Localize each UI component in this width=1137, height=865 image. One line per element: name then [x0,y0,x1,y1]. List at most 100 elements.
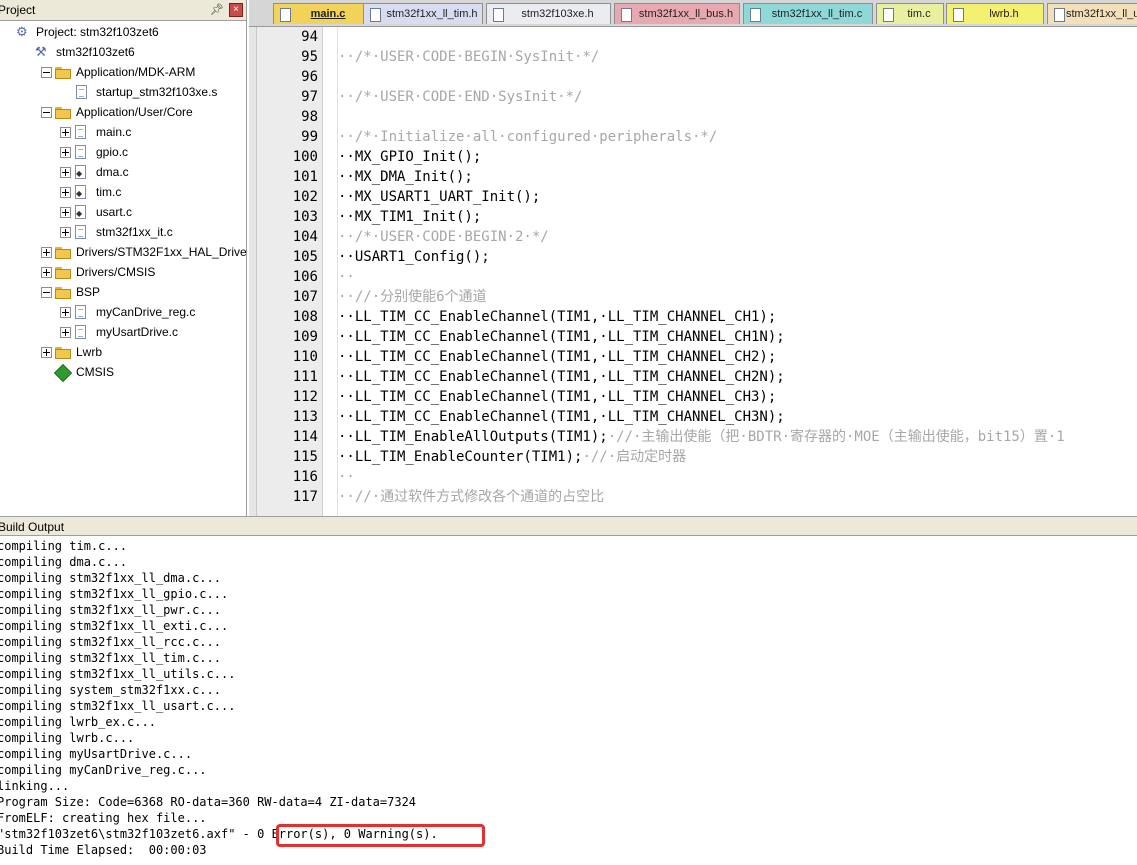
build-log-line: compiling stm32f1xx_ll_utils.c... [0,667,236,681]
tree-item[interactable]: dma.c [0,162,246,182]
line-number: 113 [292,409,318,425]
fold-margin[interactable] [323,27,338,516]
editor-tab[interactable]: stm32f103xe.h [486,3,611,24]
code-line[interactable]: ··/*·USER·CODE·BEGIN·SysInit·*/ [338,47,599,67]
code-line[interactable]: ·· [338,467,355,487]
tree-item[interactable]: myCanDrive_reg.c [0,302,246,322]
code-line[interactable]: ··LL_TIM_CC_EnableChannel(TIM1,·LL_TIM_C… [338,327,785,347]
code-line[interactable]: ··/*·USER·CODE·END·SysInit·*/ [338,87,582,107]
editor-tab[interactable]: stm32f1xx_ll_bus.h [614,3,740,24]
code-line[interactable]: ··LL_TIM_CC_EnableChannel(TIM1,·LL_TIM_C… [338,307,776,327]
tree-item[interactable]: CMSIS [0,362,246,383]
line-number: 96 [301,69,318,85]
collapse-icon[interactable] [41,107,52,118]
editor-tab[interactable]: stm32f1xx_ll_tim.h [363,3,483,24]
code-line[interactable]: ··LL_TIM_CC_EnableChannel(TIM1,·LL_TIM_C… [338,407,785,427]
build-log-line: compiling myUsartDrive.c... [0,747,193,761]
tree-item[interactable]: main.c [0,122,246,142]
expand-icon[interactable] [60,127,71,138]
code-line[interactable]: ··LL_TIM_EnableAllOutputs(TIM1);·//·主输出使… [338,427,1065,447]
collapse-icon[interactable] [41,67,52,78]
tree-item[interactable]: tim.c [0,182,246,202]
code-line[interactable]: ··MX_USART1_UART_Init(); [338,187,540,207]
tree-item[interactable]: Lwrb [0,342,246,362]
tree-item[interactable]: ⚒ stm32f103zet6 [0,42,246,62]
code-line[interactable]: ··MX_TIM1_Init(); [338,207,481,227]
code-line[interactable]: ··MX_GPIO_Init(); [338,147,481,167]
code-line[interactable]: ··/*·Initialize·all·configured·periphera… [338,127,717,147]
code-line[interactable]: ··USART1_Config(); [338,247,490,267]
expand-icon[interactable] [41,247,52,258]
close-panel-button[interactable]: × [229,3,243,17]
tree-item[interactable]: Drivers/STM32F1xx_HAL_Driver [0,242,246,262]
expand-icon[interactable] [41,267,52,278]
editor-tab-label: main.c [310,8,346,20]
line-number: 95 [301,49,318,65]
collapse-icon[interactable] [41,287,52,298]
tree-item-label: BSP [76,285,101,299]
code-text: ··LL_TIM_EnableAllOutputs(TIM1); [338,429,608,445]
breakpoint-gutter[interactable] [249,27,257,516]
build-log-line: compiling tim.c... [0,539,128,553]
expand-icon[interactable] [60,227,71,238]
build-output-panel: Build Output compiling tim.c... compiling… [0,516,1137,865]
code-text: ··/*·USER·CODE·BEGIN·2·*/ [338,229,549,245]
file-icon [75,185,86,199]
file-icon [75,125,86,139]
tree-item-label: Drivers/STM32F1xx_HAL_Driver [76,245,247,259]
folder-icon [55,267,71,279]
editor-tab[interactable]: main.c [273,3,365,24]
tree-item[interactable]: startup_stm32f103xe.s [0,82,246,102]
build-log-line: compiling stm32f1xx_ll_usart.c... [0,699,236,713]
expand-icon[interactable] [60,307,71,318]
code-text: ··LL_TIM_CC_EnableChannel(TIM1,·LL_TIM_C… [338,409,785,425]
tree-item[interactable]: Application/MDK-ARM [0,62,246,82]
pin-icon[interactable]: 📌︎ [210,3,224,16]
code-line[interactable]: ··LL_TIM_EnableCounter(TIM1);·//·启动定时器 [338,447,686,467]
file-icon [75,205,86,219]
line-number: 112 [292,389,318,405]
code-text: ·· [338,469,355,485]
build-log-line: compiling stm32f1xx_ll_pwr.c... [0,603,221,617]
tree-item-label: main.c [96,125,132,139]
file-icon [75,325,86,339]
tree-item[interactable]: gpio.c [0,142,246,162]
editor-tab[interactable]: stm32f1xx_ll_utils [1047,3,1137,24]
code-text: ··LL_TIM_CC_EnableChannel(TIM1,·LL_TIM_C… [338,329,785,345]
line-number: 99 [301,129,318,145]
tree-item[interactable]: Application/User/Core [0,102,246,122]
code-line[interactable]: ··LL_TIM_CC_EnableChannel(TIM1,·LL_TIM_C… [338,387,776,407]
code-line[interactable]: ··//·通过软件方式修改各个通道的占空比 [338,487,604,507]
line-number: 109 [292,329,318,345]
code-text: ··//·通过软件方式修改各个通道的占空比 [338,489,605,505]
build-log-line: compiling stm32f1xx_ll_gpio.c... [0,587,229,601]
editor-tab-bar: main.c stm32f1xx_ll_tim.h stm32f103xe.h stm… [249,0,1137,27]
tree-item[interactable]: BSP [0,282,246,302]
code-line[interactable]: ··MX_DMA_Init(); [338,167,473,187]
expand-icon[interactable] [60,147,71,158]
editor-tab[interactable]: lwrb.h [946,3,1044,24]
editor-tab[interactable]: stm32f1xx_ll_tim.c [743,3,873,24]
code-comment: ·//·启动定时器 [582,449,687,465]
code-line[interactable]: ··LL_TIM_CC_EnableChannel(TIM1,·LL_TIM_C… [338,347,776,367]
expand-icon[interactable] [60,327,71,338]
build-log-line: compiling myCanDrive_reg.c... [0,763,207,777]
expand-icon[interactable] [60,187,71,198]
code-area[interactable]: 94 95 96 97 98 99 100 101 102 103 104 105 106 107 108 1… [249,27,1137,516]
tree-item[interactable]: ⚙ Project: stm32f103zet6 [0,22,246,42]
code-line[interactable]: ··//·分别使能6个通道 [338,287,487,307]
code-line[interactable]: ··/*·USER·CODE·BEGIN·2·*/ [338,227,549,247]
code-lines[interactable]: ··/*·USER·CODE·BEGIN·SysInit·*/ ··/*·USER… [338,27,1137,516]
tree-item[interactable]: myUsartDrive.c [0,322,246,342]
code-line[interactable]: ··LL_TIM_CC_EnableChannel(TIM1,·LL_TIM_C… [338,367,785,387]
code-text: ··USART1_Config(); [338,249,490,265]
expand-icon[interactable] [60,207,71,218]
code-line[interactable]: ·· [338,267,355,287]
tree-item[interactable]: usart.c [0,202,246,222]
tree-item[interactable]: Drivers/CMSIS [0,262,246,282]
expand-icon[interactable] [41,347,52,358]
tree-item[interactable]: stm32f1xx_it.c [0,222,246,242]
build-output-log[interactable]: compiling tim.c... compiling dma.c... comp… [0,538,438,858]
editor-tab[interactable]: tim.c [876,3,944,24]
expand-icon[interactable] [60,167,71,178]
